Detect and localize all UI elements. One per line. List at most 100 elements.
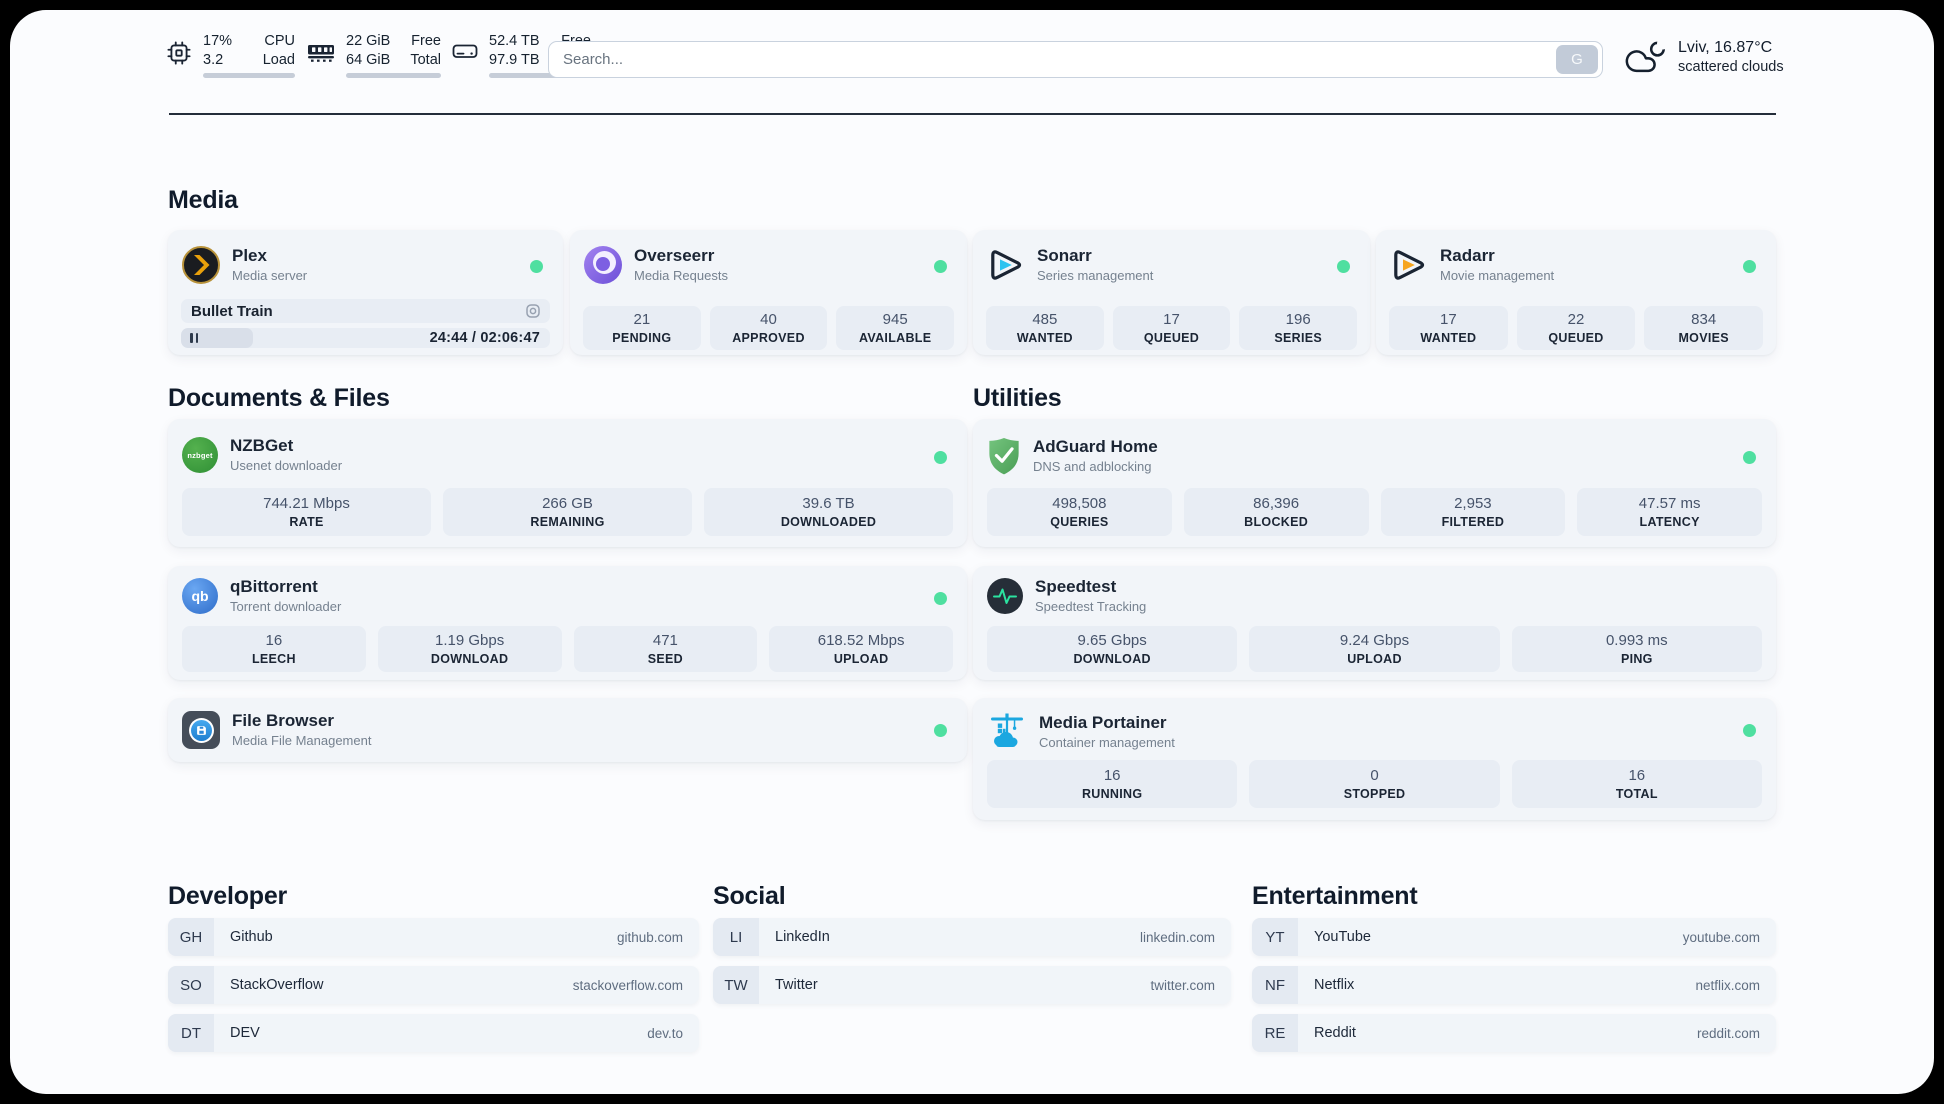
- stat-label: DOWNLOADED: [780, 515, 877, 529]
- app-title: File Browser: [232, 711, 335, 730]
- status-dot: [934, 451, 947, 464]
- sonarr-card[interactable]: Sonarr Series management 485 WANTED 17 Q…: [973, 230, 1370, 355]
- weather-condition: scattered clouds: [1678, 59, 1784, 75]
- sonarr-header: Sonarr Series management: [987, 246, 1153, 284]
- stat-value: 17: [1163, 311, 1180, 328]
- stat-value: 22: [1567, 311, 1585, 328]
- header-divider: [169, 113, 1776, 115]
- now-playing-bar: Bullet Train: [181, 299, 550, 323]
- status-dot: [1743, 451, 1756, 464]
- now-playing-title: Bullet Train: [191, 302, 273, 320]
- stat-box: 9.65 Gbps DOWNLOAD: [987, 626, 1238, 672]
- playback-progress-bar[interactable]: 24:44 / 02:06:47: [181, 328, 550, 348]
- adguard-card[interactable]: AdGuard Home DNS and adblocking 498,508 …: [973, 419, 1776, 547]
- radarr-card[interactable]: Radarr Movie management 17 WANTED 22 QUE…: [1376, 230, 1776, 355]
- stat-label: FILTERED: [1441, 515, 1505, 529]
- bookmark-github[interactable]: GH Github github.com: [168, 918, 699, 956]
- app-subtitle: Media Requests: [634, 268, 728, 283]
- memory-widget: 22 GiB 64 GiB Free Total: [307, 32, 441, 80]
- portainer-icon: [987, 712, 1027, 752]
- stat-box: 834 MOVIES: [1644, 306, 1764, 350]
- stat-label: QUEUED: [1143, 331, 1200, 345]
- bookmark-netflix[interactable]: NF Netflix netflix.com: [1252, 966, 1776, 1004]
- adguard-header: AdGuard Home DNS and adblocking: [987, 437, 1158, 475]
- bookmark-name: LinkedIn: [775, 929, 830, 945]
- stat-value: 16: [265, 632, 283, 649]
- bookmark-abbr: DT: [168, 1014, 214, 1052]
- stat-label: APPROVED: [732, 331, 805, 345]
- cpu-chip-icon: [166, 40, 192, 71]
- stat-box: 196 SERIES: [1239, 306, 1358, 350]
- disk-icon: [452, 40, 478, 67]
- app-subtitle: Container management: [1039, 735, 1175, 750]
- stat-label: STOPPED: [1343, 787, 1406, 801]
- speedtest-stats: 9.65 Gbps DOWNLOAD 9.24 Gbps UPLOAD 0.99…: [987, 626, 1762, 672]
- bookmark-name: Github: [230, 929, 273, 945]
- stat-box: 16 TOTAL: [1511, 760, 1762, 808]
- bookmark-name: DEV: [230, 1025, 260, 1041]
- radarr-header: Radarr Movie management: [1390, 246, 1554, 284]
- stat-label: SERIES: [1274, 331, 1322, 345]
- memory-values: 22 GiB 64 GiB: [346, 33, 391, 68]
- adguard-icon: [987, 437, 1021, 475]
- status-dot: [1337, 260, 1350, 273]
- app-title: Overseerr: [634, 246, 715, 265]
- bookmark-youtube[interactable]: YT YouTube youtube.com: [1252, 918, 1776, 956]
- overseerr-card[interactable]: Overseerr Media Requests 21 PENDING 40 A…: [570, 230, 967, 355]
- stat-label: REMAINING: [530, 515, 605, 529]
- speedtest-card[interactable]: Speedtest Speedtest Tracking 9.65 Gbps D…: [973, 566, 1776, 680]
- stat-box: 471 SEED: [573, 626, 758, 672]
- stat-label: DOWNLOAD: [1073, 652, 1151, 666]
- stat-label: QUEUED: [1548, 331, 1604, 345]
- status-dot: [530, 260, 543, 273]
- search-engine-button[interactable]: G: [1556, 45, 1598, 74]
- app-subtitle: Speedtest Tracking: [1035, 599, 1147, 614]
- bookmark-abbr: NF: [1252, 966, 1298, 1004]
- app-title: Sonarr: [1037, 246, 1092, 265]
- stat-value: 485: [1032, 311, 1058, 328]
- nzbget-stats: 744.21 Mbps RATE 266 GB REMAINING 39.6 T…: [182, 488, 953, 536]
- qbittorrent-card[interactable]: qb qBittorrent Torrent downloader 16 LEE…: [168, 566, 967, 680]
- stat-value: 834: [1691, 311, 1717, 328]
- app-subtitle: Usenet downloader: [230, 458, 343, 473]
- stat-box: 39.6 TB DOWNLOADED: [704, 488, 953, 536]
- filebrowser-card[interactable]: File Browser Media File Management: [168, 698, 967, 762]
- section-title-developer: Developer: [168, 882, 288, 910]
- bookmark-twitter[interactable]: TW Twitter twitter.com: [713, 966, 1231, 1004]
- stat-label: UPLOAD: [833, 652, 889, 666]
- bookmark-linkedin[interactable]: LI LinkedIn linkedin.com: [713, 918, 1231, 956]
- stat-box: 498,508 QUERIES: [987, 488, 1172, 536]
- stat-box: 47.57 ms LATENCY: [1577, 488, 1762, 536]
- stat-value: 471: [652, 632, 678, 649]
- stat-box: 21 PENDING: [583, 306, 701, 350]
- radarr-icon: [1390, 246, 1428, 284]
- app-subtitle: Movie management: [1440, 268, 1555, 283]
- screenshot-icon[interactable]: [524, 302, 542, 320]
- cpu-widget: 17% 3.2 CPU Load: [166, 32, 295, 80]
- app-title: Radarr: [1440, 246, 1495, 265]
- status-dot: [934, 260, 947, 273]
- search-input[interactable]: [548, 41, 1603, 78]
- bookmark-dev[interactable]: DT DEV dev.to: [168, 1014, 699, 1052]
- status-dot: [1743, 260, 1756, 273]
- bookmark-reddit[interactable]: RE Reddit reddit.com: [1252, 1014, 1776, 1052]
- pause-icon[interactable]: [190, 333, 199, 343]
- bookmark-url: twitter.com: [1150, 977, 1215, 993]
- nzbget-card[interactable]: nzbget NZBGet Usenet downloader 744.21 M…: [168, 419, 967, 547]
- plex-card[interactable]: Plex Media server Bullet Train 24:44 / 0…: [168, 230, 563, 355]
- stat-box: 2,953 FILTERED: [1380, 488, 1566, 536]
- memory-icon: [307, 40, 335, 69]
- overseerr-stats: 21 PENDING 40 APPROVED 945 AVAILABLE: [583, 306, 955, 350]
- status-dot: [934, 724, 947, 737]
- stat-box: 17 QUEUED: [1112, 306, 1231, 350]
- app-title: Media Portainer: [1039, 713, 1167, 732]
- bookmark-stackoverflow[interactable]: SO StackOverflow stackoverflow.com: [168, 966, 699, 1004]
- portainer-card[interactable]: Media Portainer Container management 16 …: [973, 698, 1776, 820]
- app-subtitle: DNS and adblocking: [1033, 459, 1152, 474]
- stat-value: 9.24 Gbps: [1339, 632, 1410, 649]
- stat-label: RUNNING: [1081, 787, 1143, 801]
- stat-value: 0.993 ms: [1605, 632, 1668, 649]
- filebrowser-icon: [182, 711, 220, 749]
- app-title: qBittorrent: [230, 577, 318, 596]
- stat-label: QUERIES: [1050, 515, 1109, 529]
